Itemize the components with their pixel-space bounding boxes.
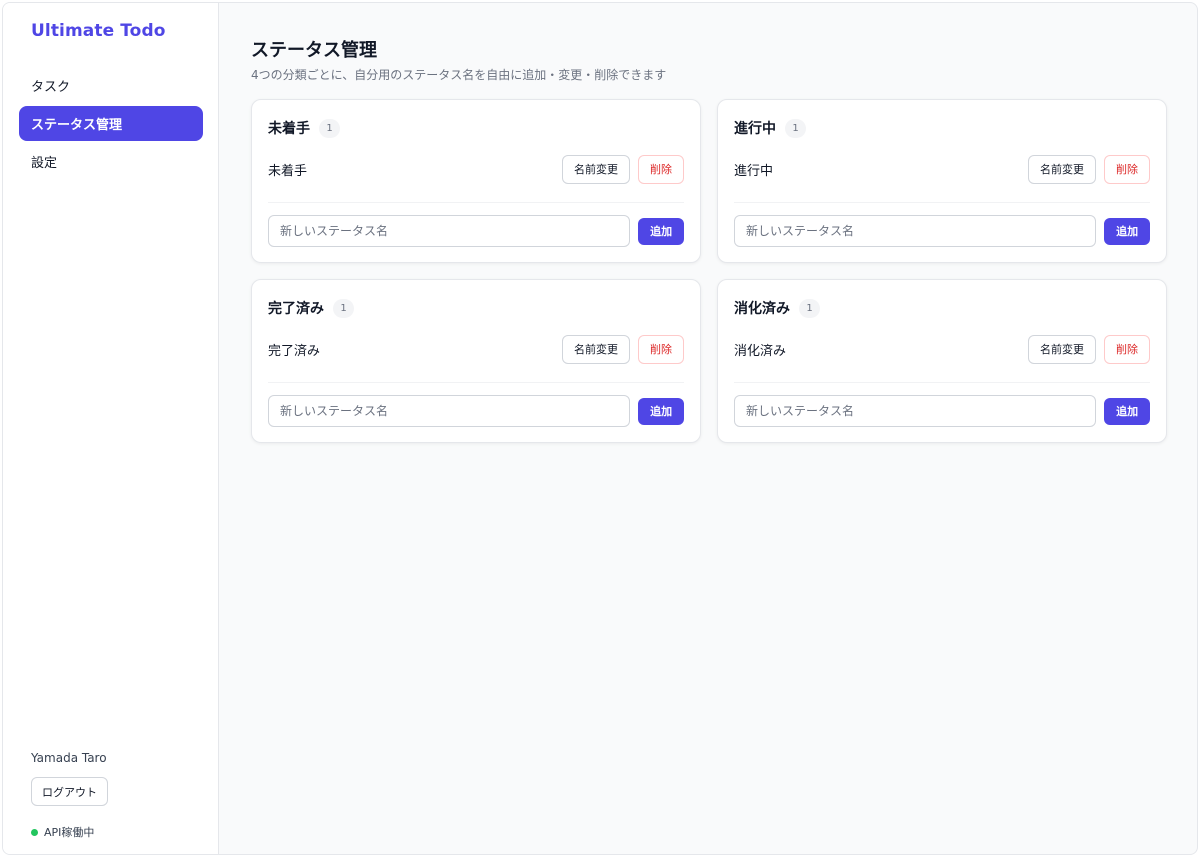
sidebar-item-tasks[interactable]: タスク [19,68,203,103]
divider [268,382,684,383]
main-content: ステータス管理 4つの分類ごとに、自分用のステータス名を自由に追加・変更・削除で… [219,3,1197,854]
category-card-in-progress: 進行中 1 進行中 名前変更 削除 追加 [717,99,1167,263]
divider [734,382,1150,383]
rename-button[interactable]: 名前変更 [1028,154,1096,184]
add-button[interactable]: 追加 [638,397,684,425]
add-button[interactable]: 追加 [1104,217,1150,245]
delete-button[interactable]: 削除 [638,334,684,364]
app-window: Ultimate Todo タスク ステータス管理 設定 Yamada Taro… [2,2,1198,855]
rename-button[interactable]: 名前変更 [562,154,630,184]
rename-button[interactable]: 名前変更 [562,334,630,364]
user-name: Yamada Taro [31,751,107,765]
card-header: 未着手 1 [268,118,340,138]
logout-button[interactable]: ログアウト [31,777,108,806]
add-button[interactable]: 追加 [1104,397,1150,425]
status-row: 完了済み 名前変更 削除 [268,334,684,364]
card-header: 完了済み 1 [268,298,354,318]
new-status-input[interactable] [268,395,631,427]
category-title: 消化済み [734,301,790,317]
new-status-input[interactable] [734,215,1097,247]
rename-button[interactable]: 名前変更 [1028,334,1096,364]
category-grid: 未着手 1 未着手 名前変更 削除 追加 進行中 1 [251,99,1167,443]
count-badge: 1 [785,118,806,138]
sidebar: Ultimate Todo タスク ステータス管理 設定 Yamada Taro… [3,3,219,854]
count-badge: 1 [799,298,820,318]
delete-button[interactable]: 削除 [638,154,684,184]
page-title: ステータス管理 [251,40,377,61]
status-name: 消化済み [734,343,787,359]
category-title: 進行中 [734,121,776,137]
status-name: 進行中 [734,163,774,179]
card-header: 進行中 1 [734,118,806,138]
divider [268,202,684,203]
page-subtitle: 4つの分類ごとに、自分用のステータス名を自由に追加・変更・削除できます [251,68,667,82]
add-button[interactable]: 追加 [638,217,684,245]
status-name: 未着手 [268,163,308,179]
status-row: 進行中 名前変更 削除 [734,154,1150,184]
delete-button[interactable]: 削除 [1104,334,1150,364]
sidebar-nav: タスク ステータス管理 設定 [19,68,203,182]
category-card-completed: 完了済み 1 完了済み 名前変更 削除 追加 [251,279,701,443]
status-name: 完了済み [268,343,321,359]
count-badge: 1 [333,298,354,318]
category-card-digested: 消化済み 1 消化済み 名前変更 削除 追加 [717,279,1167,443]
sidebar-item-settings[interactable]: 設定 [19,144,203,179]
divider [734,202,1150,203]
status-row: 消化済み 名前変更 削除 [734,334,1150,364]
new-status-input[interactable] [268,215,631,247]
category-card-not-started: 未着手 1 未着手 名前変更 削除 追加 [251,99,701,263]
api-status-label: API稼働中 [44,826,95,839]
category-title: 未着手 [268,121,310,137]
category-title: 完了済み [268,301,324,317]
add-status-row: 追加 [734,395,1150,427]
sidebar-item-status-management[interactable]: ステータス管理 [19,106,203,141]
app-title: Ultimate Todo [31,21,166,41]
status-dot-icon [31,828,38,836]
api-status: API稼働中 [31,824,94,840]
new-status-input[interactable] [734,395,1097,427]
add-status-row: 追加 [268,215,684,247]
status-row: 未着手 名前変更 削除 [268,154,684,184]
count-badge: 1 [319,118,340,138]
add-status-row: 追加 [734,215,1150,247]
delete-button[interactable]: 削除 [1104,154,1150,184]
add-status-row: 追加 [268,395,684,427]
card-header: 消化済み 1 [734,298,820,318]
